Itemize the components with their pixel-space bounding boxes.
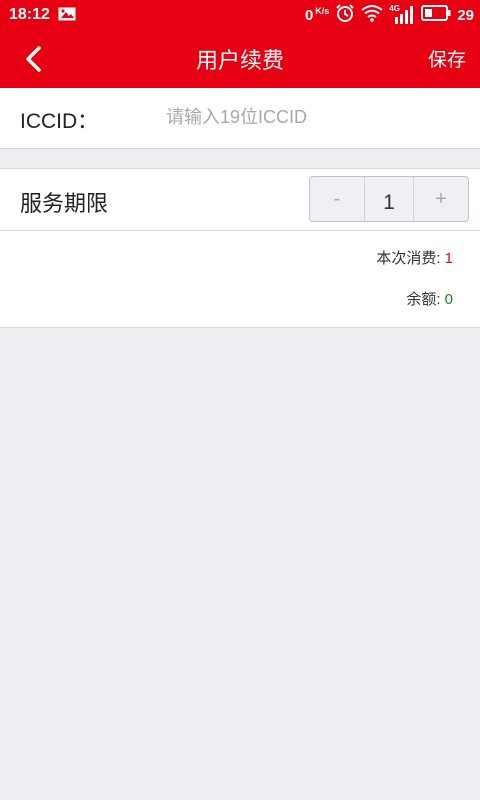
renewal-panel: 服务期限 - 1 + 本次消费: 1 余额: 0: [0, 168, 480, 328]
battery-icon: [421, 5, 451, 25]
iccid-input[interactable]: [166, 100, 456, 134]
decrement-button[interactable]: -: [310, 177, 364, 221]
app-header: 18:12 0 K/s 4G 29 用户续费 保存: [0, 0, 480, 88]
iccid-label: ICCID：: [20, 110, 99, 133]
status-bar: 18:12 0 K/s 4G 29: [0, 0, 480, 30]
service-period-stepper: - 1 +: [309, 176, 469, 222]
balance-line: 余额: 0: [406, 288, 453, 309]
service-period-value[interactable]: 1: [364, 177, 414, 221]
navigation-bar: 用户续费 保存: [0, 30, 480, 88]
service-period-label: 服务期限: [20, 191, 109, 216]
balance-label: 余额:: [406, 291, 441, 308]
cost-label: 本次消费:: [376, 250, 441, 267]
save-button[interactable]: 保存: [428, 45, 466, 72]
net-speed-value: 0: [304, 6, 314, 24]
wifi-icon: [361, 4, 383, 26]
net-speed: 0 K/s: [304, 5, 330, 24]
increment-button[interactable]: +: [414, 177, 468, 221]
alarm-icon: [335, 3, 355, 27]
signal-icon: 4G: [389, 4, 415, 24]
net-speed-unit: K/s: [315, 5, 330, 16]
balance-value: 0: [444, 291, 453, 308]
status-icons: 0 K/s 4G 29: [304, 3, 474, 27]
cost-line: 本次消费: 1: [376, 247, 453, 268]
battery-level: 29: [457, 6, 474, 24]
page-title: 用户续费: [195, 48, 284, 73]
iccid-row: ICCID：: [0, 88, 480, 149]
status-time: 18:12: [9, 6, 50, 23]
image-notification-icon: [58, 7, 76, 21]
divider: [0, 230, 480, 231]
cost-value: 1: [444, 250, 453, 267]
